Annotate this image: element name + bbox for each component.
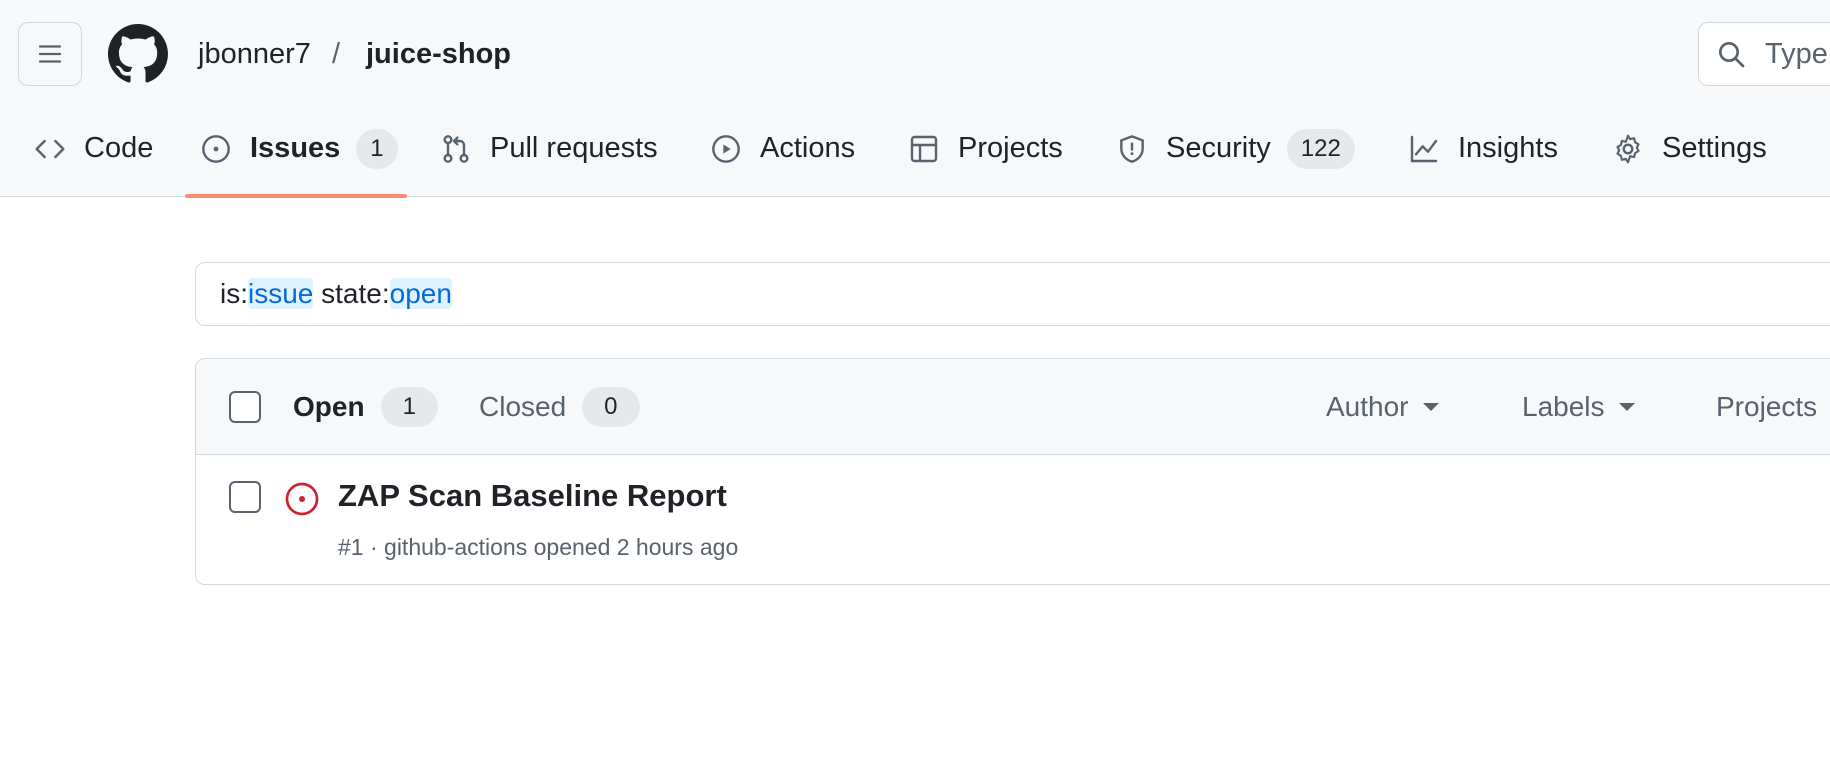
open-issues-tab[interactable]: Open 1	[293, 387, 438, 427]
issues-counter: 1	[356, 128, 398, 169]
active-tab-underline	[185, 194, 407, 198]
query-value-open: open	[389, 278, 452, 309]
tab-projects-label: Projects	[958, 132, 1063, 164]
tab-actions[interactable]: Actions	[710, 100, 855, 197]
tab-settings[interactable]: Settings	[1612, 100, 1767, 197]
labels-filter[interactable]: Labels	[1522, 387, 1635, 427]
labels-filter-label: Labels	[1522, 391, 1605, 422]
repo-owner-link[interactable]: jbonner7	[198, 34, 311, 74]
hamburger-icon	[38, 45, 62, 63]
repo-name-link[interactable]: juice-shop	[366, 34, 511, 74]
projects-filter-label: Projects	[1716, 391, 1818, 422]
closed-issues-tab[interactable]: Closed 0	[479, 387, 640, 427]
issues-list: Open 1 Closed 0 Author Labels Projects Z…	[195, 358, 1830, 585]
tab-projects[interactable]: Projects	[908, 100, 1063, 197]
open-count: 1	[380, 387, 438, 427]
security-counter: 122	[1286, 128, 1355, 169]
tab-actions-label: Actions	[760, 132, 856, 164]
query-qualifier-is: is:	[220, 278, 248, 309]
tab-security[interactable]: Security 122	[1116, 100, 1355, 197]
github-logo-icon[interactable]	[108, 24, 168, 84]
query-value-issue: issue	[248, 278, 314, 309]
closed-count: 0	[582, 387, 640, 427]
search-icon	[1719, 42, 1745, 68]
code-icon	[35, 139, 65, 158]
issues-list-header: Open 1 Closed 0 Author Labels Projects	[196, 359, 1830, 455]
play-icon	[712, 134, 740, 163]
tab-issues-label: Issues	[250, 132, 341, 164]
menu-button[interactable]	[18, 22, 82, 86]
search-placeholder: Type	[1765, 37, 1828, 70]
tab-code[interactable]: Code	[34, 100, 153, 197]
tab-insights-label: Insights	[1458, 132, 1558, 164]
author-filter-label: Author	[1326, 391, 1409, 422]
open-label: Open	[293, 391, 365, 422]
author-filter[interactable]: Author	[1326, 387, 1439, 427]
closed-label: Closed	[479, 391, 567, 422]
repo-header: jbonner7 / juice-shop Type Code Issues 1	[0, 0, 1830, 198]
table-icon	[910, 135, 938, 162]
chevron-down-icon	[1618, 403, 1635, 411]
projects-filter[interactable]: Projects	[1716, 387, 1817, 427]
global-search-input[interactable]: Type	[1698, 22, 1830, 86]
issue-select-checkbox[interactable]	[229, 481, 261, 513]
tab-code-label: Code	[84, 132, 154, 164]
issues-search-input[interactable]: is:issue state:open	[195, 262, 1830, 326]
issue-title-link[interactable]: ZAP Scan Baseline Report	[338, 475, 727, 517]
tab-security-label: Security	[1166, 132, 1271, 164]
tab-pull-requests-label: Pull requests	[490, 132, 658, 164]
tab-issues[interactable]: Issues 1	[200, 100, 398, 197]
shield-icon	[1120, 134, 1144, 163]
select-all-checkbox[interactable]	[229, 391, 261, 423]
repo-nav-tabs: Code Issues 1 Pull requests Actions Proj…	[0, 100, 1830, 198]
tab-settings-label: Settings	[1662, 132, 1767, 164]
issue-opened-icon	[285, 482, 319, 516]
issue-opened-icon	[202, 134, 230, 163]
gear-icon	[1616, 134, 1640, 163]
query-qualifier-state: state:	[313, 278, 390, 309]
tab-pull-requests[interactable]: Pull requests	[440, 100, 658, 197]
issue-row: ZAP Scan Baseline Report #1 · github-act…	[196, 455, 1830, 584]
issue-meta: #1 · github-actions opened 2 hours ago	[338, 534, 739, 560]
tab-insights[interactable]: Insights	[1408, 100, 1558, 197]
chevron-down-icon	[1422, 403, 1439, 411]
git-pull-request-icon	[443, 134, 469, 163]
breadcrumb-separator: /	[332, 38, 341, 70]
graph-icon	[1410, 135, 1438, 162]
